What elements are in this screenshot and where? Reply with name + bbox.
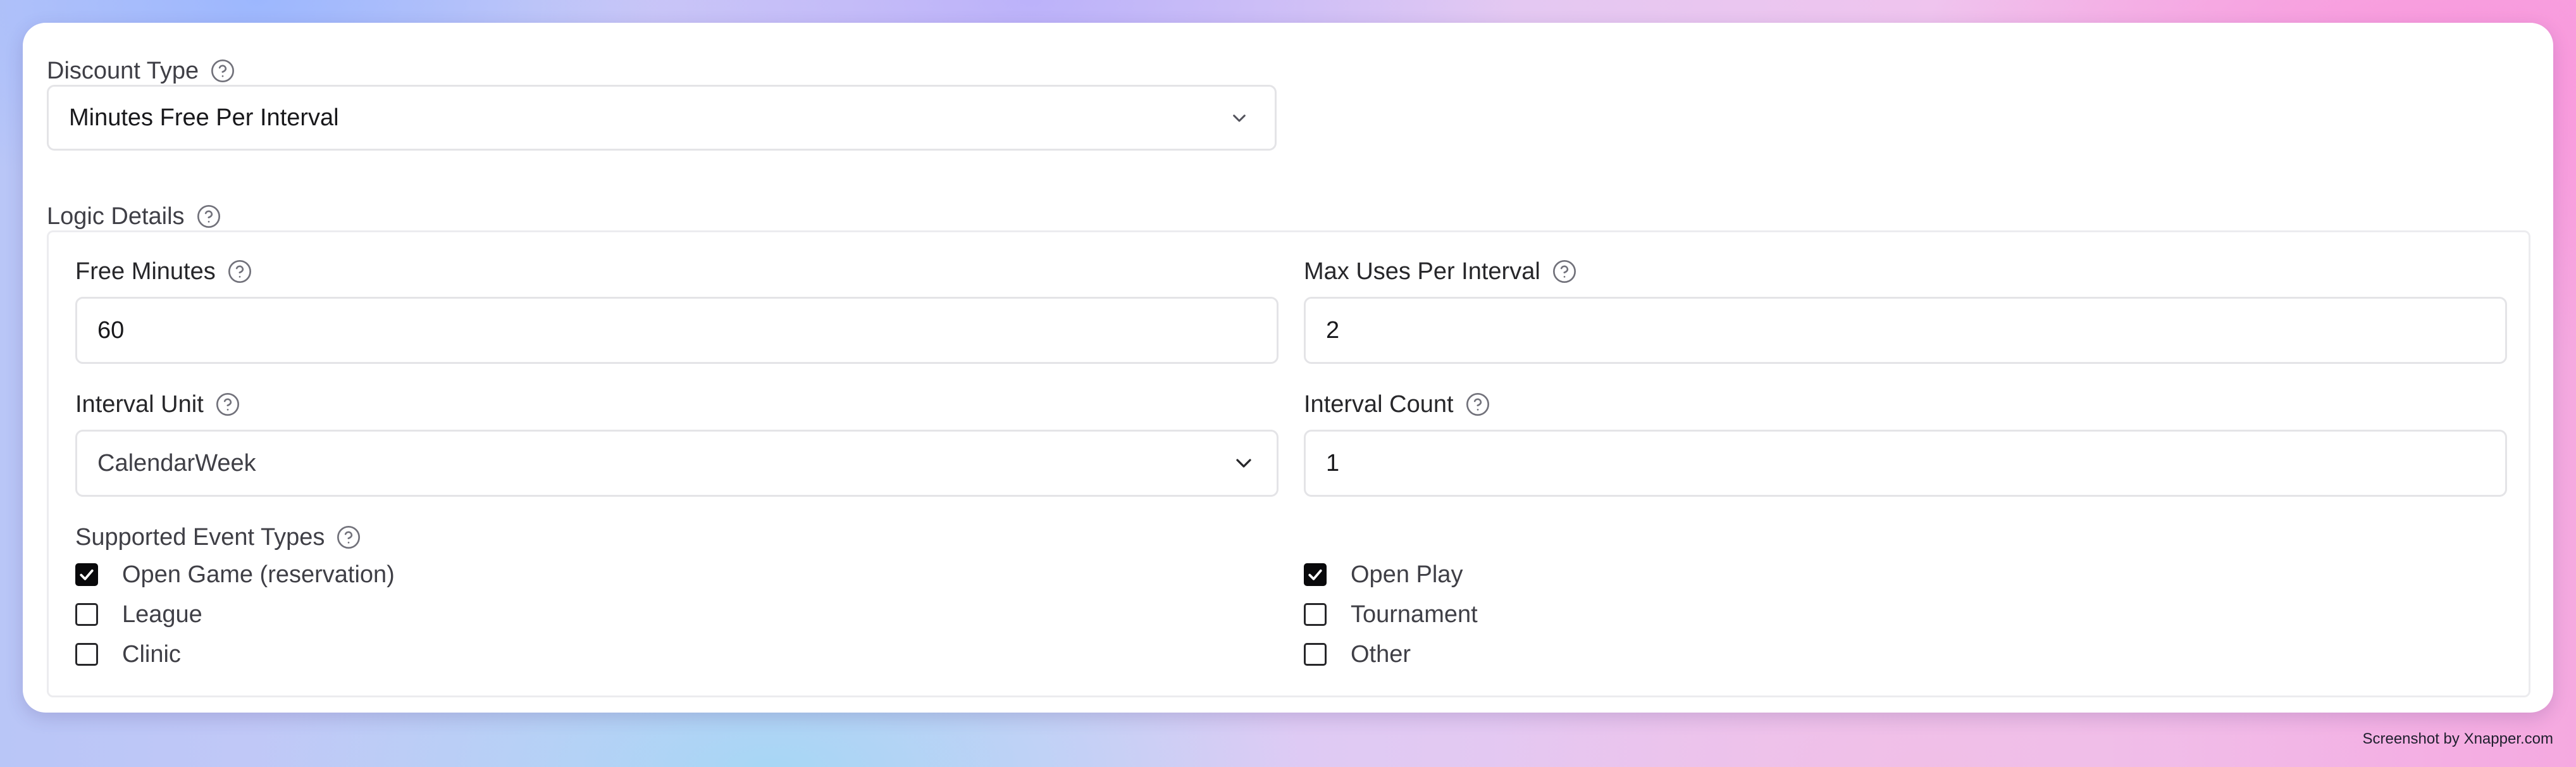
logic-details-panel: Free Minutes 60 Max Uses Per Interval 2 … bbox=[47, 230, 2530, 697]
help-circle-icon[interactable] bbox=[1465, 392, 1490, 417]
discount-type-select[interactable]: Minutes Free Per Interval bbox=[47, 85, 1277, 151]
open-game-checkbox[interactable] bbox=[75, 563, 98, 586]
check-icon bbox=[1308, 569, 1322, 580]
clinic-checkbox[interactable] bbox=[75, 643, 98, 666]
event-type-league[interactable]: League bbox=[75, 602, 202, 627]
help-circle-icon[interactable] bbox=[336, 525, 361, 550]
help-circle-icon[interactable] bbox=[210, 58, 235, 84]
check-icon bbox=[80, 569, 94, 580]
discount-type-label: Discount Type bbox=[47, 58, 235, 84]
discount-type-value: Minutes Free Per Interval bbox=[69, 104, 339, 131]
other-checkbox[interactable] bbox=[1304, 643, 1327, 666]
interval-unit-label: Interval Unit bbox=[75, 392, 240, 417]
event-type-open-game[interactable]: Open Game (reservation) bbox=[75, 563, 395, 587]
interval-count-label: Interval Count bbox=[1304, 392, 1490, 417]
event-type-clinic[interactable]: Clinic bbox=[75, 642, 181, 666]
tournament-checkbox[interactable] bbox=[1304, 603, 1327, 626]
help-circle-icon[interactable] bbox=[196, 204, 221, 229]
supported-event-types-label: Supported Event Types bbox=[75, 525, 361, 550]
chevron-down-icon bbox=[1236, 459, 1251, 468]
event-type-open-play[interactable]: Open Play bbox=[1304, 563, 1463, 587]
open-play-checkbox[interactable] bbox=[1304, 563, 1327, 586]
event-type-other[interactable]: Other bbox=[1304, 642, 1411, 666]
free-minutes-label: Free Minutes bbox=[75, 259, 252, 284]
help-circle-icon[interactable] bbox=[215, 392, 240, 417]
max-uses-input[interactable]: 2 bbox=[1304, 297, 2507, 364]
help-circle-icon[interactable] bbox=[227, 259, 252, 284]
watermark: Screenshot by Xnapper.com bbox=[2362, 730, 2553, 747]
interval-count-input[interactable]: 1 bbox=[1304, 430, 2507, 497]
interval-unit-select[interactable]: CalendarWeek bbox=[75, 430, 1279, 497]
discount-form-card: Discount Type Minutes Free Per Interval … bbox=[23, 23, 2553, 713]
event-type-tournament[interactable]: Tournament bbox=[1304, 602, 1478, 627]
league-checkbox[interactable] bbox=[75, 603, 98, 626]
max-uses-label: Max Uses Per Interval bbox=[1304, 259, 1577, 284]
help-circle-icon[interactable] bbox=[1552, 259, 1577, 284]
chevron-down-icon bbox=[1233, 115, 1246, 122]
logic-details-label: Logic Details bbox=[47, 204, 221, 229]
free-minutes-input[interactable]: 60 bbox=[75, 297, 1279, 364]
